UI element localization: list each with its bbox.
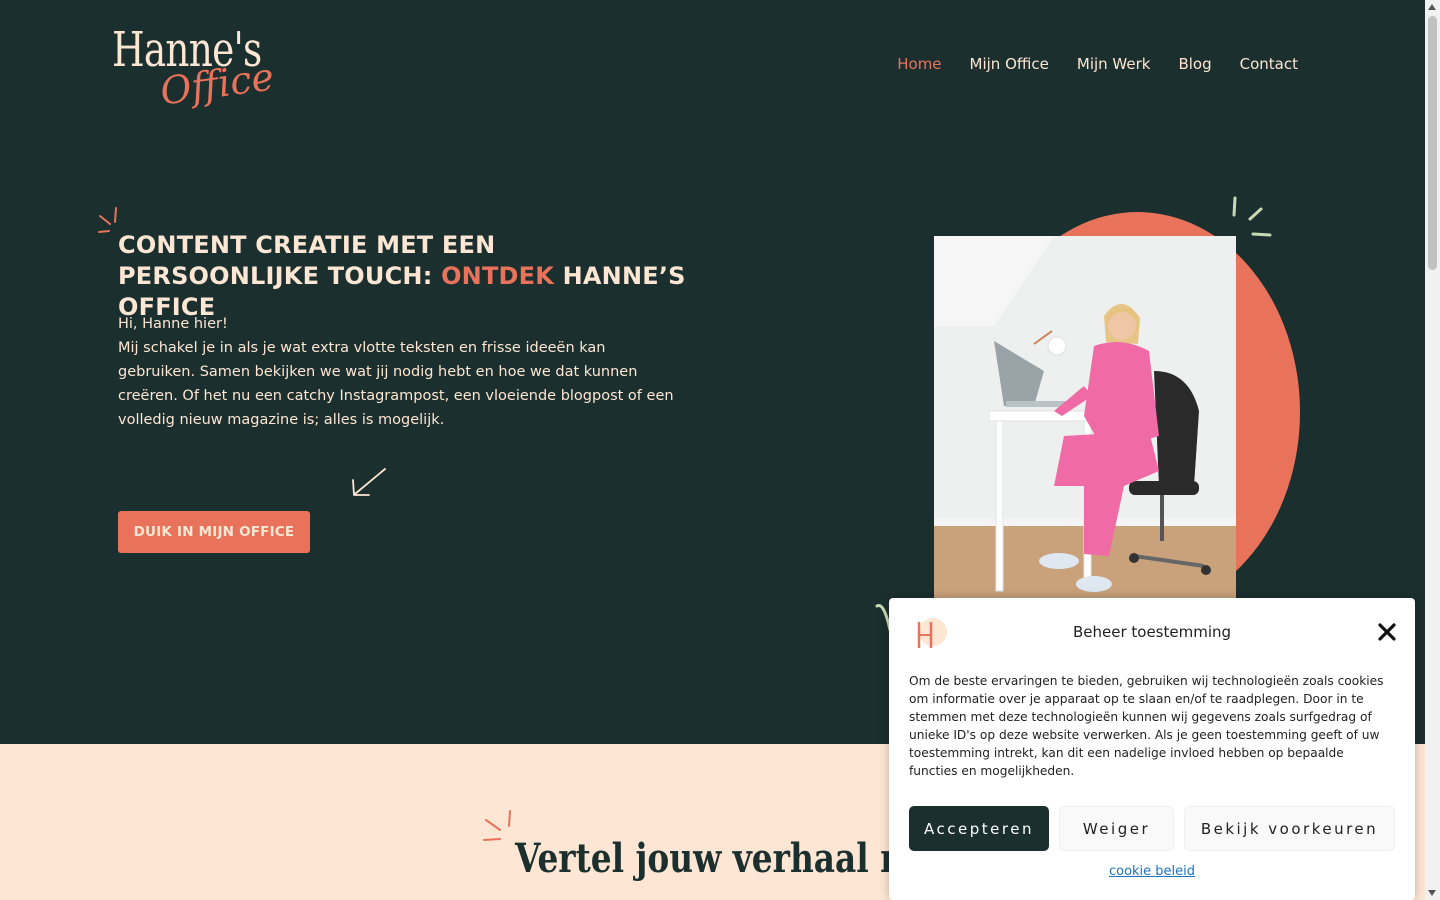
hero-body-text: Mij schakel je in als je wat extra vlott… (118, 340, 674, 428)
spark-decoration-icon (483, 810, 511, 841)
nav-item-contact[interactable]: Contact (1240, 55, 1298, 73)
hero-title-accent: ONTDEK (441, 262, 555, 290)
hero-photo (934, 236, 1236, 598)
accept-button[interactable]: Accepteren (909, 806, 1049, 851)
hero-title-part1: CONTENT CREATIE MET EEN PERSOONLIJKE TOU… (118, 231, 496, 290)
deny-button[interactable]: Weiger (1059, 806, 1174, 851)
cookie-policy-link[interactable]: cookie beleid (889, 864, 1415, 879)
consent-description: Om de beste ervaringen te bieden, gebrui… (909, 674, 1384, 778)
story-section-title: Vertel jouw verhaal me (515, 835, 936, 882)
arrow-down-left-icon (352, 468, 386, 496)
cta-button[interactable]: DUIK IN MIJN OFFICE (118, 511, 310, 553)
cookie-consent-dialog: Beheer toestemming Om de beste ervaringe… (889, 598, 1415, 900)
nav-item-mijn-office[interactable]: Mijn Office (970, 55, 1049, 73)
site-logo[interactable]: Hanne's Office (112, 22, 282, 114)
page-scrollbar[interactable] (1425, 0, 1440, 900)
nav-item-home[interactable]: Home (897, 55, 941, 73)
spark-decoration-icon (1232, 196, 1272, 237)
scroll-up-icon[interactable] (1428, 4, 1436, 10)
scrollbar-thumb[interactable] (1428, 16, 1437, 270)
main-nav: Home Mijn Office Mijn Werk Blog Contact (897, 55, 1298, 73)
scroll-down-icon[interactable] (1428, 890, 1436, 896)
photo-woman-at-desk-icon (934, 236, 1236, 598)
hero-title: CONTENT CREATIE MET EEN PERSOONLIJKE TOU… (118, 230, 698, 323)
view-preferences-button[interactable]: Bekijk voorkeuren (1184, 806, 1395, 851)
close-icon[interactable] (1377, 622, 1397, 642)
hero-intro: Hi, Hanne hier! Mij schakel je in als je… (118, 312, 678, 432)
nav-item-mijn-werk[interactable]: Mijn Werk (1077, 55, 1151, 73)
nav-item-blog[interactable]: Blog (1178, 55, 1211, 73)
hero-greeting: Hi, Hanne hier! (118, 316, 228, 332)
consent-title: Beheer toestemming (1072, 623, 1232, 641)
